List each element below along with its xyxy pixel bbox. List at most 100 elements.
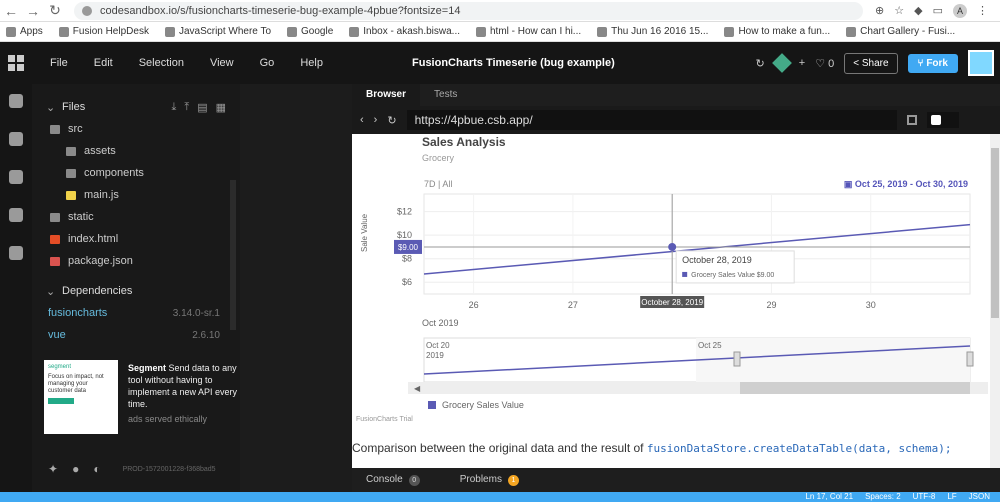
tab-browser[interactable]: Browser <box>352 84 421 106</box>
status-item[interactable]: LF <box>947 492 956 502</box>
add-icon[interactable]: ⊕ <box>875 4 884 17</box>
back-icon[interactable]: ← <box>0 3 22 19</box>
ad-image-brand: segment <box>48 364 72 370</box>
dependency-version: 2.6.10 <box>192 329 220 341</box>
console-tab[interactable]: Console 0 <box>366 474 420 486</box>
bookmark-item[interactable]: html - How can I hi... <box>476 26 581 37</box>
ad-note: ads served ethically <box>128 414 208 424</box>
dependency-item[interactable]: vue 2.6.10 <box>32 324 240 346</box>
new-file-icon[interactable]: ▤ <box>197 101 207 114</box>
timeseries-chart[interactable]: $12$10$8$62627282930Oct 2019$9.00October… <box>352 134 990 404</box>
file-tree-item[interactable]: src <box>32 118 240 140</box>
cast-icon[interactable]: ▭ <box>933 4 943 17</box>
bookmark-item[interactable]: Google <box>287 26 333 37</box>
menu-item-go[interactable]: Go <box>260 57 275 69</box>
more-icon[interactable]: ⋮ <box>977 4 988 17</box>
bookmark-label: Inbox - akash.biswa... <box>363 26 460 37</box>
status-item[interactable]: Spaces: 2 <box>865 492 901 502</box>
bookmark-item[interactable]: Fusion HelpDesk <box>58 26 149 37</box>
reload-icon[interactable]: ↻ <box>44 2 66 19</box>
status-item[interactable]: Ln 17, Col 21 <box>805 492 853 502</box>
x-tick-label: 26 <box>469 300 479 310</box>
user-avatar[interactable] <box>968 50 994 76</box>
status-item[interactable]: JSON <box>969 492 990 502</box>
profile-avatar[interactable]: A <box>953 3 967 18</box>
bookmark-item[interactable]: Inbox - akash.biswa... <box>349 26 460 37</box>
explorer-icon[interactable] <box>9 94 23 108</box>
open-new-window-icon[interactable] <box>906 115 917 125</box>
download-icon[interactable]: ⤓ <box>171 101 176 114</box>
file-tree-item[interactable]: package.json <box>32 250 240 272</box>
chevron-down-icon: ⌄ <box>46 101 56 114</box>
file-icon <box>50 234 60 244</box>
file-tree-item[interactable]: static <box>32 206 240 228</box>
problems-tab[interactable]: Problems 1 <box>460 474 519 486</box>
files-label: Files <box>62 101 86 113</box>
twitter-icon[interactable]: ✦ <box>48 462 58 476</box>
preview-scrollbar[interactable] <box>990 134 1000 468</box>
file-tree-item[interactable]: components <box>32 162 240 184</box>
live-icon[interactable] <box>9 246 23 260</box>
menu-item-selection[interactable]: Selection <box>139 57 184 69</box>
activity-rail <box>0 84 32 492</box>
y-tick-label: $6 <box>402 277 412 287</box>
file-tree-item[interactable]: index.html <box>32 228 240 250</box>
bookmark-favicon-icon <box>58 26 69 37</box>
spectrum-icon[interactable]: ◐ <box>93 462 100 476</box>
upload-icon[interactable]: ⤒ <box>184 101 189 114</box>
bookmark-favicon-icon <box>476 26 486 37</box>
x-tick-label: 27 <box>568 300 578 310</box>
preview-url-input[interactable]: https://4pbue.csb.app/ <box>406 110 897 130</box>
preview-forward-icon[interactable]: › <box>374 114 378 126</box>
deploy-icon[interactable] <box>771 53 792 73</box>
bookmark-favicon-icon <box>846 26 857 37</box>
status-item[interactable]: UTF-8 <box>913 492 936 502</box>
file-name: static <box>68 211 94 223</box>
star-icon[interactable]: ☆ <box>894 4 904 17</box>
config-icon[interactable] <box>9 132 23 146</box>
fork-button[interactable]: ⑂ Fork <box>907 53 958 73</box>
add-icon[interactable]: + <box>799 57 805 69</box>
menu-item-help[interactable]: Help <box>300 57 323 69</box>
extension-icon[interactable]: ◆ <box>914 4 922 17</box>
x-value-badge-text: October 28, 2019 <box>641 298 703 307</box>
share-button[interactable]: < Share <box>844 52 898 74</box>
bookmark-item[interactable]: JavaScript Where To <box>164 26 271 37</box>
dependencies-section-header[interactable]: ⌄ Dependencies <box>32 280 240 302</box>
address-bar[interactable]: codesandbox.io/s/fusioncharts-timeserie-… <box>74 1 864 20</box>
bookmark-item[interactable]: Apps <box>6 26 43 37</box>
dependency-list: fusioncharts 3.14.0-sr.1 vue 2.6.10 <box>32 302 240 346</box>
like-count: 0 <box>828 57 835 70</box>
sidebar-scrollbar[interactable] <box>230 180 236 330</box>
menu-item-view[interactable]: View <box>210 57 234 69</box>
file-tree-item[interactable]: assets <box>32 140 240 162</box>
github-icon[interactable]: ● <box>72 462 79 476</box>
menu-item-file[interactable]: File <box>50 57 68 69</box>
chart-legend[interactable]: Grocery Sales Value <box>428 400 524 410</box>
preview-reload-icon[interactable]: ↻ <box>387 114 396 127</box>
deploy-icon[interactable] <box>9 208 23 222</box>
toggle-icon[interactable] <box>926 112 959 128</box>
forward-icon[interactable]: → <box>22 3 44 19</box>
file-tree-item[interactable]: main.js <box>32 184 240 206</box>
bookmark-label: Thu Jun 16 2016 15... <box>611 26 709 37</box>
description-text: Comparison between the original data and… <box>352 441 952 455</box>
preview-back-icon[interactable]: ‹ <box>360 114 364 126</box>
bookmark-item[interactable]: How to make a fun... <box>724 26 830 37</box>
tab-tests[interactable]: Tests <box>420 84 471 106</box>
like-button[interactable]: ♡ 0 <box>815 57 834 70</box>
new-folder-icon[interactable]: ▦ <box>216 101 226 114</box>
menu-item-edit[interactable]: Edit <box>94 57 113 69</box>
folder-icon <box>50 212 60 222</box>
dependency-item[interactable]: fusioncharts 3.14.0-sr.1 <box>32 302 240 324</box>
files-section-header[interactable]: ⌄ Files ⤓ ⤒ ▤ ▦ <box>32 96 240 118</box>
file-name: assets <box>84 145 116 157</box>
ad-image[interactable]: segment Focus on impact, not managing yo… <box>44 360 118 434</box>
ad-image-button <box>48 398 74 404</box>
bookmark-item[interactable]: Chart Gallery - Fusi... <box>846 26 955 37</box>
refresh-icon[interactable]: ↻ <box>756 57 765 70</box>
bookmark-favicon-icon <box>597 26 608 37</box>
github-icon[interactable] <box>9 170 23 184</box>
codesandbox-logo[interactable] <box>0 42 32 84</box>
bookmark-item[interactable]: Thu Jun 16 2016 15... <box>597 26 708 37</box>
